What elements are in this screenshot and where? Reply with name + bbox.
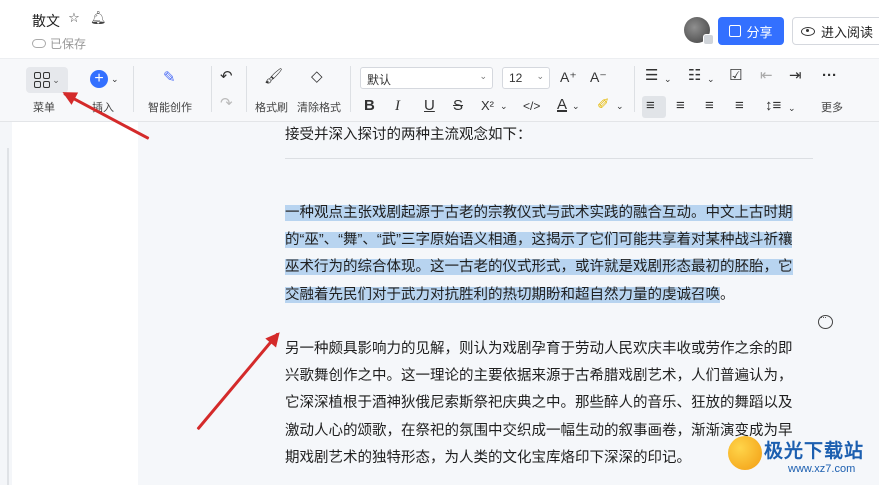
- scrollbar-track[interactable]: [7, 148, 9, 485]
- align-center-icon[interactable]: ≡: [676, 97, 685, 115]
- chevron-down-icon[interactable]: ⌄: [500, 97, 508, 115]
- avatar-badge: [703, 34, 714, 45]
- share-icon: [729, 25, 742, 37]
- italic-button[interactable]: I: [395, 97, 400, 115]
- more-icon[interactable]: ···: [822, 67, 837, 85]
- comment-icon[interactable]: [818, 312, 833, 329]
- chevron-down-icon[interactable]: ⌄: [616, 97, 624, 115]
- undo-icon[interactable]: ↶: [220, 68, 233, 86]
- chevron-down-icon: ⌄: [479, 71, 487, 81]
- indent-icon[interactable]: ⇥: [789, 67, 802, 85]
- share-button-label: 分享: [746, 24, 773, 40]
- font-size-value: 12: [509, 71, 523, 85]
- strikethrough-button[interactable]: S: [453, 97, 463, 115]
- align-justify-icon[interactable]: ≡: [735, 97, 744, 115]
- eraser-icon[interactable]: ◇: [311, 68, 323, 86]
- second-paragraph[interactable]: 另一种颇具影响力的见解，则认为戏剧孕育于劳动人民欢庆丰收或劳作之余的即兴歌舞创作…: [285, 336, 801, 472]
- format-painter-icon[interactable]: 🖌︎: [264, 68, 283, 86]
- paragraph-end-punctuation: 。: [720, 286, 735, 303]
- save-status-text: 已保存: [50, 37, 87, 51]
- toolbar-divider: [211, 66, 212, 112]
- font-color-button[interactable]: A: [557, 96, 567, 114]
- checkbox-list-icon[interactable]: ☑: [729, 67, 742, 85]
- line-spacing-icon[interactable]: ↕≡: [765, 97, 781, 115]
- outline-sidebar: [12, 122, 138, 485]
- menu-button[interactable]: ⌄: [26, 67, 68, 93]
- menu-label: 菜单: [33, 102, 55, 114]
- outdent-icon[interactable]: ⇤: [760, 67, 773, 85]
- font-grow-icon[interactable]: A⁺: [560, 68, 577, 86]
- watermark: 极光下载站 www.xz7.com: [728, 430, 878, 485]
- toolbar-divider: [634, 66, 635, 112]
- clear-format-label[interactable]: 清除格式: [297, 99, 341, 115]
- star-icon[interactable]: ☆: [66, 10, 82, 26]
- redo-icon[interactable]: ↷: [220, 95, 233, 113]
- cloud-icon: [32, 39, 46, 48]
- numbered-list-icon[interactable]: ☷: [688, 67, 701, 85]
- bullet-list-icon[interactable]: ☰: [645, 67, 658, 85]
- chevron-down-icon: ⌄: [52, 74, 60, 85]
- toolbar-divider: [133, 66, 134, 112]
- ai-create-label[interactable]: 智能创作: [148, 99, 192, 115]
- chevron-down-icon[interactable]: ⌄: [664, 70, 672, 88]
- underline-button[interactable]: U: [424, 97, 435, 115]
- read-mode-button[interactable]: 进入阅读: [792, 17, 879, 45]
- font-shrink-icon[interactable]: A⁻: [590, 68, 607, 86]
- selected-paragraph[interactable]: 一种观点主张戏剧起源于古老的宗教仪式与武术实践的融合互动。中文上古时期的“巫”、…: [285, 200, 801, 309]
- horizontal-rule: [285, 158, 813, 159]
- chevron-down-icon[interactable]: ⌄: [111, 70, 119, 88]
- chevron-down-icon[interactable]: ⌄: [788, 99, 796, 117]
- chevron-down-icon[interactable]: ⌄: [572, 97, 580, 115]
- align-left-icon[interactable]: ≡: [646, 97, 655, 115]
- save-status: 已保存: [32, 35, 86, 52]
- chevron-down-icon[interactable]: ⌄: [707, 70, 715, 88]
- toolbar-divider: [246, 66, 247, 112]
- superscript-button[interactable]: X²: [481, 97, 494, 115]
- align-right-icon[interactable]: ≡: [705, 97, 714, 115]
- document-title[interactable]: 散文: [32, 11, 60, 31]
- read-mode-label: 进入阅读: [821, 24, 874, 40]
- bold-button[interactable]: B: [364, 97, 375, 115]
- watermark-logo-icon: [728, 436, 762, 470]
- eye-icon: [801, 26, 815, 36]
- format-painter-label[interactable]: 格式刷: [255, 99, 288, 115]
- code-button[interactable]: </>: [523, 97, 540, 115]
- more-label[interactable]: 更多: [821, 99, 843, 115]
- ai-wand-icon[interactable]: ✎: [163, 69, 176, 87]
- font-family-value: 默认: [367, 73, 392, 87]
- grid-icon: [34, 72, 51, 88]
- share-button[interactable]: 分享: [718, 17, 784, 45]
- intro-paragraph[interactable]: 接受并深入探讨的两种主流观念如下：: [285, 122, 801, 149]
- insert-plus-icon[interactable]: +: [90, 70, 108, 88]
- highlight-pen-icon[interactable]: ✐: [597, 96, 610, 114]
- watermark-title: 极光下载站: [764, 441, 865, 462]
- watermark-url: www.xz7.com: [788, 463, 856, 475]
- title-bar: 散文 ☆ 🔔︎ 已保存 分享 进入阅读: [0, 0, 879, 58]
- text-selection[interactable]: 一种观点主张戏剧起源于古老的宗教仪式与武术实践的融合互动。中文上古时期的“巫”、…: [285, 205, 793, 303]
- bell-icon[interactable]: 🔔︎: [90, 10, 107, 26]
- font-family-select[interactable]: 默认 ⌄: [360, 67, 493, 89]
- left-gutter: [0, 122, 12, 485]
- font-size-select[interactable]: 12 ⌄: [502, 67, 550, 89]
- chevron-down-icon: ⌄: [536, 71, 544, 81]
- toolbar-divider: [350, 66, 351, 112]
